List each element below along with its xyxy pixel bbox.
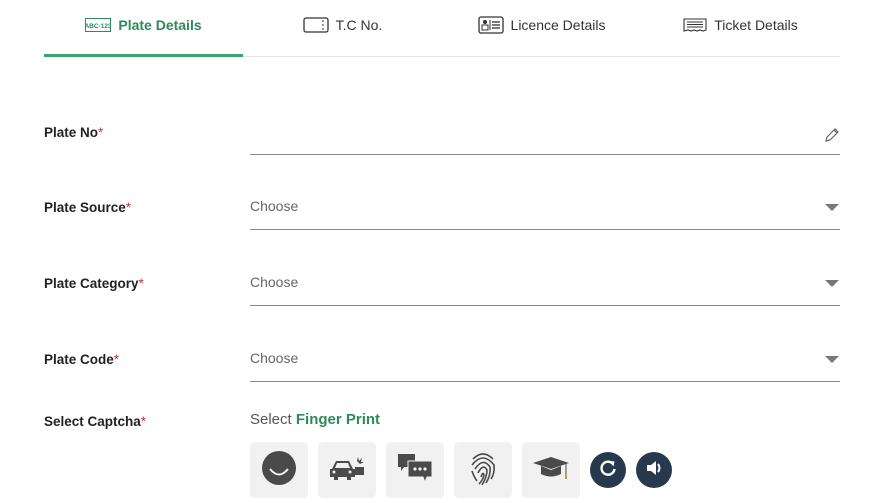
tab-label: Ticket Details	[714, 17, 798, 33]
plate-code-label: Plate Code*	[44, 352, 120, 367]
fingerprint-icon	[469, 449, 497, 492]
tab-licence-details[interactable]: Licence Details	[442, 0, 641, 56]
plate-category-select[interactable]: Choose	[250, 269, 840, 306]
pencil-icon	[824, 127, 840, 148]
receipt-icon	[683, 18, 707, 32]
plate-no-input[interactable]	[250, 118, 840, 155]
tab-bar: ABC-123 Plate Details T.C No. Licence De…	[44, 0, 840, 57]
chevron-down-icon	[825, 204, 839, 211]
tab-plate-details[interactable]: ABC-123 Plate Details	[44, 0, 243, 57]
captcha-option-chat[interactable]	[386, 442, 444, 498]
tab-label: T.C No.	[335, 17, 383, 33]
plate-category-label: Plate Category*	[44, 276, 144, 291]
chevron-down-icon	[825, 280, 839, 287]
captcha-label: Select Captcha*	[44, 414, 147, 429]
tab-tc-no[interactable]: T.C No.	[243, 0, 442, 56]
chat-bubbles-icon	[397, 453, 433, 488]
smiley-icon	[261, 450, 297, 491]
captcha-option-fingerprint[interactable]	[454, 442, 512, 498]
captcha-option-smiley[interactable]	[250, 442, 308, 498]
plate-source-select[interactable]: Choose	[250, 193, 840, 230]
plate-code-select[interactable]: Choose	[250, 345, 840, 382]
captcha-option-graduation-cap[interactable]	[522, 442, 580, 498]
audio-captcha-button[interactable]	[636, 452, 672, 488]
plate-icon: ABC-123	[85, 18, 112, 32]
licence-card-icon	[477, 16, 504, 34]
refresh-captcha-button[interactable]	[590, 452, 626, 488]
chevron-down-icon	[825, 356, 839, 363]
speaker-icon	[645, 459, 663, 482]
tab-ticket-details[interactable]: Ticket Details	[641, 0, 840, 56]
captcha-prompt: Select Finger Print	[250, 411, 381, 428]
plate-no-label: Plate No*	[44, 125, 104, 140]
captcha-option-car-crash[interactable]	[318, 442, 376, 498]
graduation-cap-icon	[532, 455, 570, 486]
tab-label: Licence Details	[510, 17, 606, 33]
plate-source-label: Plate Source*	[44, 200, 132, 215]
tab-label: Plate Details	[118, 17, 202, 33]
ticket-card-icon	[303, 17, 329, 33]
svg-text:ABC-123: ABC-123	[85, 23, 111, 30]
refresh-icon	[599, 459, 617, 482]
car-crash-icon	[329, 455, 365, 486]
